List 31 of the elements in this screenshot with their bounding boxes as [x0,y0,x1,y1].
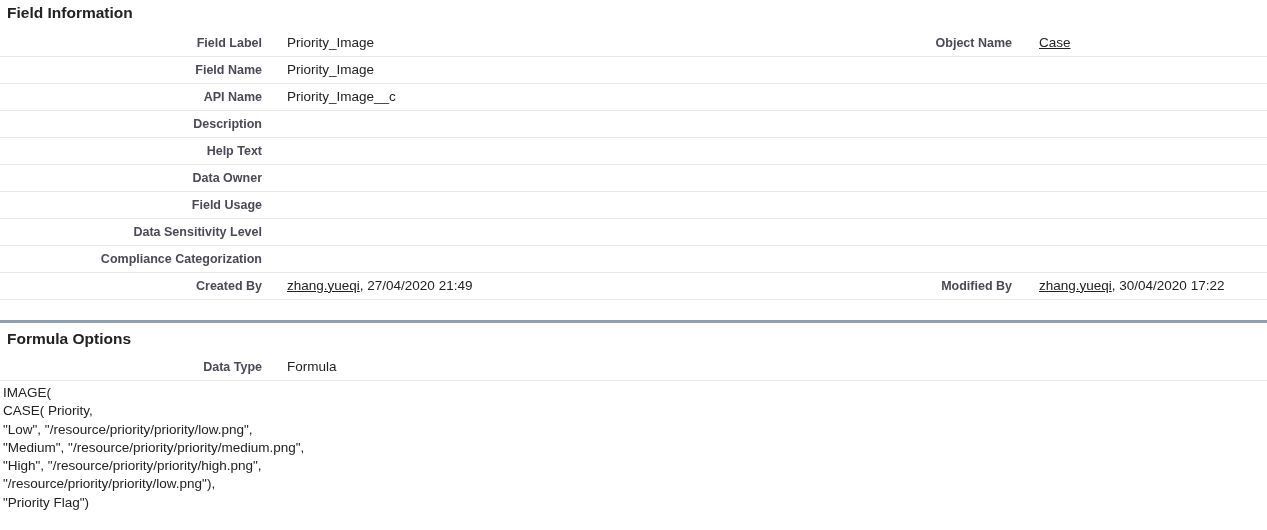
field-label: Field Name [195,61,262,79]
formula-line: "High", "/resource/priority/priority/high.png", [3,457,263,476]
formula-line: "/resource/priority/priority/low.png"), [3,475,217,494]
field-label: Description [193,115,262,133]
field-value: Formula [286,357,337,376]
formula-line: "Low", "/resource/priority/priority/low.png", [3,420,254,439]
field-label: Data Sensitivity Level [133,223,262,241]
field-label: Data Owner [192,169,262,187]
record-link[interactable]: zhang.yueqi [287,277,360,293]
field-label: Compliance Categorization [100,250,262,268]
field-value: zhang.yueqi, 27/04/2020 21:49 [286,276,473,295]
formula-line: CASE( Priority, [3,402,94,421]
formula-line: IMAGE( [3,384,52,402]
field-label: Help Text [206,142,262,160]
field-label: API Name [203,88,262,106]
field-label: Object Name [935,34,1012,52]
field-label: Field Label [196,34,262,52]
field-label: Modified By [941,277,1012,295]
field-label: Field Usage [191,196,262,214]
field-value: Priority_Image__c [286,87,396,106]
field-value: Priority_Image [286,33,375,52]
field-value: zhang.yueqi, 30/04/2020 17:22 [1038,276,1225,295]
formula-line: "Medium", "/resource/priority/priority/medium.png", [3,438,306,457]
record-link[interactable]: zhang.yueqi [1039,277,1112,293]
field-label: Created By [196,277,262,295]
field-label: Data Type [203,358,262,376]
field-value: Priority_Image [286,60,375,79]
section-heading: Field Information [6,3,134,23]
formula-line: "Priority Flag") [3,493,91,512]
section-heading: Formula Options [6,329,132,349]
record-link[interactable]: Case [1039,34,1071,50]
